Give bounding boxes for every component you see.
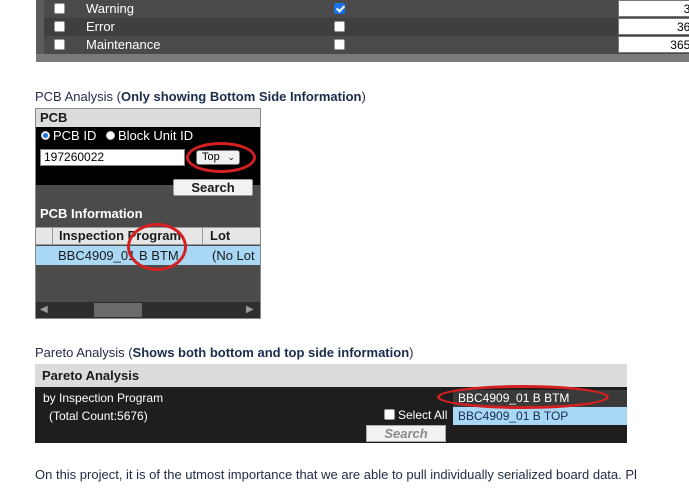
caption-prefix: PCB Analysis ( [35,89,121,104]
row-label: Warning [86,1,134,16]
maintenance-enabled-checkbox[interactable] [334,39,345,50]
pareto-search-button[interactable]: Search [366,425,446,442]
grid-empty-area [36,265,260,301]
list-item[interactable]: BBC4909_01 B BTM [453,390,627,407]
pcb-search-area: PCB ID Block Unit ID 197260022 Top ⌄ [36,127,260,185]
warning-value-input[interactable]: 30 [618,0,689,17]
error-enabled-checkbox[interactable] [334,21,345,32]
inspection-program-list[interactable]: BBC4909_01 B BTM BBC4909_01 B TOP [453,390,627,426]
cell-lot: (No Lot [212,248,255,263]
list-item[interactable]: BBC4909_01 B TOP [453,407,627,425]
notification-settings-table: Warning 30 Error 365 Maintenance 3650 [36,0,689,62]
pcb-search-button[interactable]: Search [173,179,253,196]
caption-bold: Only showing Bottom Side Information [120,89,362,104]
pcb-id-radio-label[interactable]: PCB ID [53,128,96,143]
table-row[interactable]: BBC4909_01 B BTM (No Lot [36,246,260,265]
row-selector-header [36,228,53,244]
table-row-error: Error 365 [44,18,689,36]
caption-suffix: ) [361,89,366,104]
pcb-panel: PCB PCB ID Block Unit ID 197260022 Top ⌄… [35,108,261,319]
total-count-label: (Total Count:5676) [49,409,148,423]
side-select-value: Top [202,151,220,163]
pareto-analysis-caption: Pareto Analysis (Shows both bottom and t… [35,345,413,360]
block-unit-id-radio-label[interactable]: Block Unit ID [118,128,193,143]
caption-bold: Shows both bottom and top side informati… [132,345,410,360]
pareto-panel: Pareto Analysis by Inspection Program (T… [35,364,627,443]
pcb-id-input[interactable]: 197260022 [40,149,185,166]
caption-prefix: Pareto Analysis ( [35,345,133,360]
pcb-panel-title: PCB [36,109,260,127]
cell-inspection-program: BBC4909_01 B BTM [58,248,179,263]
pcb-id-radio[interactable] [41,131,50,140]
error-value-input[interactable]: 365 [618,18,689,35]
horizontal-scrollbar[interactable]: ◀ ▶ [36,302,260,318]
pcb-analysis-caption: PCB Analysis (Only showing Bottom Side I… [35,89,366,104]
pareto-panel-title: Pareto Analysis [35,364,627,387]
warning-checkbox[interactable] [54,3,65,14]
table-row-maintenance: Maintenance 3650 [44,36,689,54]
row-label: Maintenance [86,37,161,52]
side-select[interactable]: Top ⌄ [196,150,240,165]
footer-paragraph: On this project, it is of the utmost imp… [35,467,637,482]
row-label: Error [86,19,115,34]
select-all-checkbox[interactable] [384,409,395,420]
warning-enabled-checkbox[interactable] [334,3,345,14]
block-unit-id-radio[interactable] [106,131,115,140]
caption-suffix: ) [409,345,414,360]
error-checkbox[interactable] [54,21,65,32]
table-row-warning: Warning 30 [44,0,689,18]
column-header-lot[interactable]: Lot [204,228,260,244]
column-header-inspection-program[interactable]: Inspection Program [53,228,203,244]
pcb-information-title: PCB Information [40,206,143,221]
table-bottom-border [36,54,689,62]
by-inspection-program-label: by Inspection Program [43,391,164,405]
maintenance-value-input[interactable]: 3650 [618,36,689,53]
scrollbar-thumb[interactable] [94,303,142,317]
maintenance-checkbox[interactable] [54,39,65,50]
scroll-left-icon[interactable]: ◀ [40,304,48,315]
select-all-label[interactable]: Select All [398,408,447,422]
notification-rows: Warning 30 Error 365 Maintenance 3650 [44,0,689,54]
chevron-down-icon: ⌄ [227,152,235,162]
scroll-right-icon[interactable]: ▶ [246,304,254,315]
pcb-grid-header: Inspection Program Lot [36,227,260,245]
